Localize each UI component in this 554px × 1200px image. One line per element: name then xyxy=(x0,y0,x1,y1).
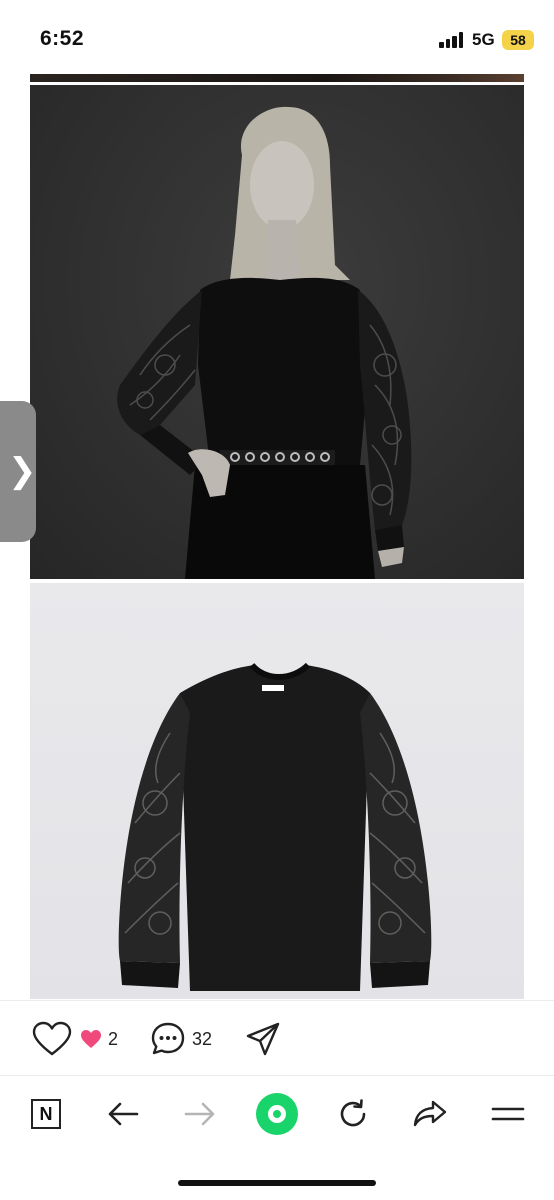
reaction-bar: 2 32 xyxy=(0,1000,554,1076)
forward-button[interactable] xyxy=(178,1092,222,1136)
arrow-right-icon xyxy=(184,1102,215,1126)
home-indicator xyxy=(178,1180,376,1186)
status-time: 6:52 xyxy=(40,27,85,50)
model-photo[interactable] xyxy=(30,85,524,579)
product-label xyxy=(262,685,284,691)
side-panel-handle[interactable]: ❯ xyxy=(0,401,37,542)
network-type: 5G xyxy=(472,30,495,49)
share-page-button[interactable] xyxy=(408,1092,452,1136)
product-photo[interactable] xyxy=(30,583,524,999)
refresh-button[interactable] xyxy=(331,1092,375,1136)
green-dot-button[interactable] xyxy=(255,1092,299,1136)
naver-home-button[interactable]: N xyxy=(24,1092,68,1136)
like-button[interactable] xyxy=(32,1019,72,1059)
like-count: 2 xyxy=(108,1028,119,1049)
share-button[interactable] xyxy=(245,1019,281,1059)
back-button[interactable] xyxy=(101,1092,145,1136)
previous-image-edge xyxy=(30,74,524,82)
pink-heart-icon xyxy=(81,1030,101,1048)
like-count-group: 2 xyxy=(80,1019,118,1059)
speech-bubble-icon xyxy=(151,1022,185,1055)
heart-outline-icon xyxy=(32,1021,72,1056)
battery-icon: 58 xyxy=(502,30,534,50)
naver-n-icon: N xyxy=(31,1099,61,1129)
menu-button[interactable] xyxy=(486,1092,530,1136)
paper-plane-icon xyxy=(246,1022,280,1056)
refresh-icon xyxy=(340,1099,366,1127)
share-arrow-icon xyxy=(413,1100,447,1127)
green-dot-icon xyxy=(256,1093,298,1135)
arrow-left-icon xyxy=(108,1102,139,1126)
status-bar: 6:52 5G 58 xyxy=(0,0,554,72)
comment-count: 32 xyxy=(192,1028,213,1049)
hamburger-menu-icon xyxy=(491,1107,525,1121)
signal-strength-icon xyxy=(439,32,465,48)
comment-button[interactable]: 32 xyxy=(150,1019,212,1059)
chevron-right-icon: ❯ xyxy=(8,452,37,490)
